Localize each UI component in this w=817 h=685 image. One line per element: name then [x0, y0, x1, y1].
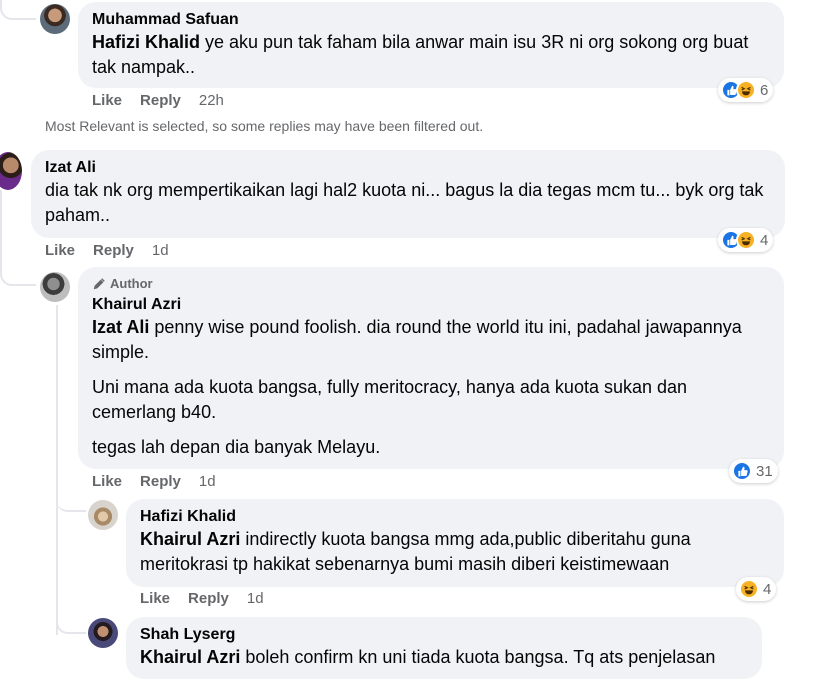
- reaction-count: 31: [756, 462, 773, 480]
- comment-body: boleh confirm kn uni tiada kuota bangsa.…: [240, 647, 716, 667]
- reply-button[interactable]: Reply: [188, 589, 229, 609]
- like-icon: [732, 461, 752, 481]
- reaction-summary[interactable]: 4: [736, 577, 777, 601]
- avatar[interactable]: [88, 618, 118, 648]
- mention-link[interactable]: Khairul Azri: [140, 647, 240, 667]
- reaction-count: 4: [760, 231, 769, 249]
- reply-button[interactable]: Reply: [140, 91, 181, 111]
- comment-author[interactable]: Izat Ali: [45, 158, 771, 178]
- avatar[interactable]: [40, 4, 70, 34]
- haha-icon: [736, 80, 756, 100]
- comment-text: Khairul Azri boleh confirm kn uni tiada …: [140, 645, 748, 670]
- reply-button[interactable]: Reply: [140, 472, 181, 492]
- reaction-summary[interactable]: 4: [718, 228, 774, 252]
- like-button[interactable]: Like: [92, 91, 122, 111]
- thread-connector: [0, 0, 36, 20]
- thread-connector: [56, 490, 86, 512]
- timestamp[interactable]: 22h: [199, 91, 224, 111]
- mention-link[interactable]: Izat Ali: [92, 317, 149, 337]
- timestamp[interactable]: 1d: [152, 241, 169, 261]
- like-button[interactable]: Like: [45, 241, 75, 261]
- comment-paragraph: tegas lah depan dia banyak Melayu.: [92, 437, 381, 457]
- haha-icon: [736, 230, 756, 250]
- comment-bubble: Shah Lyserg Khairul Azri boleh confirm k…: [126, 617, 762, 679]
- avatar[interactable]: [40, 272, 70, 302]
- timestamp[interactable]: 1d: [247, 589, 264, 609]
- author-badge-label: Author: [110, 276, 153, 291]
- comment-author[interactable]: Shah Lyserg: [140, 625, 748, 645]
- like-button[interactable]: Like: [92, 472, 122, 492]
- comment-body: penny wise pound foolish. dia round the …: [92, 317, 742, 362]
- reaction-count: 4: [763, 580, 772, 598]
- comment-text: dia tak nk org mempertikaikan lagi hal2 …: [45, 180, 764, 225]
- haha-icon: [739, 579, 759, 599]
- pen-icon: [93, 278, 105, 290]
- comment-actions: Like Reply 22h: [92, 91, 224, 111]
- comment-actions: Like Reply 1d: [140, 589, 264, 609]
- avatar[interactable]: [0, 152, 22, 190]
- mention-link[interactable]: Khairul Azri: [140, 529, 240, 549]
- comment-text: Khairul Azri indirectly kuota bangsa mmg…: [140, 527, 770, 577]
- comment-bubble: Author Khairul Azri Izat Ali penny wise …: [78, 267, 784, 469]
- comment-author[interactable]: Muhammad Safuan: [92, 10, 770, 30]
- avatar[interactable]: [88, 500, 118, 530]
- reaction-summary[interactable]: 31: [729, 459, 778, 483]
- comment-author[interactable]: Khairul Azri: [92, 295, 770, 315]
- thread-connector: [56, 305, 58, 635]
- comment-bubble: Hafizi Khalid Khairul Azri indirectly ku…: [126, 499, 784, 587]
- comment-author[interactable]: Hafizi Khalid: [140, 507, 770, 527]
- comment-actions: Like Reply 1d: [92, 472, 216, 492]
- timestamp[interactable]: 1d: [199, 472, 216, 492]
- filter-notice: Most Relevant is selected, so some repli…: [45, 118, 484, 134]
- thread-connector: [56, 610, 86, 634]
- reaction-count: 6: [760, 81, 769, 99]
- reply-button[interactable]: Reply: [93, 241, 134, 261]
- mention-link[interactable]: Hafizi Khalid: [92, 32, 200, 52]
- comment-text: Izat Ali penny wise pound foolish. dia r…: [92, 315, 770, 460]
- author-badge: Author: [92, 275, 770, 293]
- comment-paragraph: Uni mana ada kuota bangsa, fully meritoc…: [92, 377, 688, 422]
- comment-text: Hafizi Khalid ye aku pun tak faham bila …: [92, 30, 770, 80]
- comment-bubble: Muhammad Safuan Hafizi Khalid ye aku pun…: [78, 2, 784, 88]
- comment-bubble: Izat Ali dia tak nk org mempertikaikan l…: [31, 150, 785, 238]
- reaction-summary[interactable]: 6: [718, 78, 774, 102]
- like-button[interactable]: Like: [140, 589, 170, 609]
- comment-actions: Like Reply 1d: [45, 241, 169, 261]
